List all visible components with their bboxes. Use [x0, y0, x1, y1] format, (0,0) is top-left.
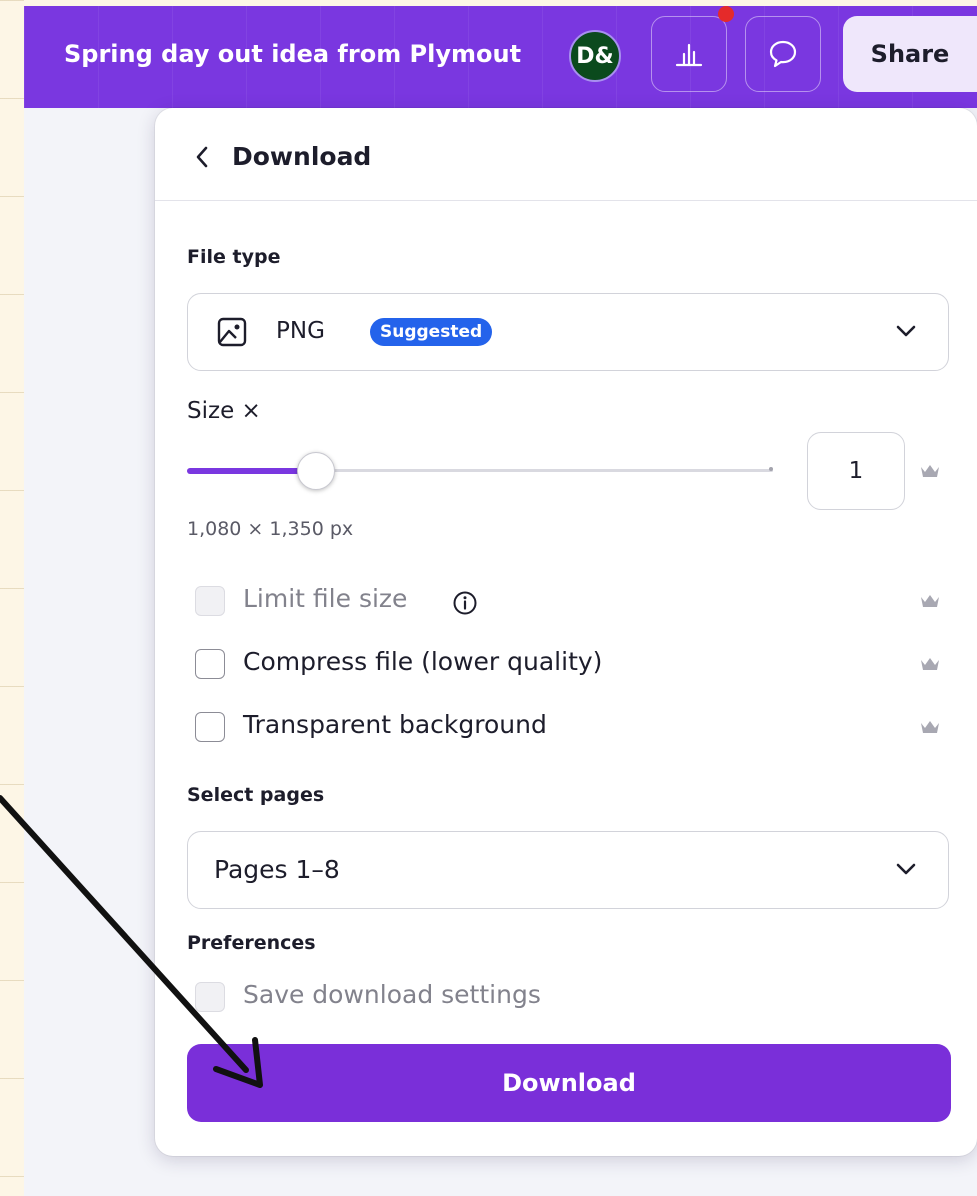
- limit-file-size-checkbox[interactable]: [195, 586, 225, 616]
- file-type-value: PNG: [276, 318, 325, 344]
- limit-file-size-label: Limit file size: [243, 584, 408, 613]
- size-input[interactable]: 1: [807, 432, 905, 510]
- size-label: Size ×: [187, 398, 261, 424]
- chevron-down-icon: [896, 863, 916, 875]
- download-button[interactable]: Download: [187, 1044, 951, 1122]
- background-paper: [0, 0, 24, 1196]
- avatar[interactable]: D&: [569, 30, 621, 82]
- chevron-down-icon: [896, 325, 916, 337]
- slider-end-marker: [769, 467, 773, 471]
- download-panel: Download File type PNG Suggested Size × …: [155, 108, 977, 1156]
- compress-file-checkbox[interactable]: [195, 649, 225, 679]
- file-type-label: File type: [187, 246, 281, 268]
- suggested-badge: Suggested: [370, 318, 493, 346]
- compress-file-label: Compress file (lower quality): [243, 647, 603, 676]
- notification-dot: [718, 6, 734, 22]
- panel-title: Download: [232, 142, 372, 171]
- size-slider-thumb[interactable]: [296, 452, 335, 490]
- image-icon: [217, 317, 247, 347]
- chevron-left-icon[interactable]: [195, 146, 209, 168]
- info-icon[interactable]: [452, 590, 478, 616]
- crown-icon: [921, 658, 939, 670]
- save-settings-label: Save download settings: [243, 980, 541, 1009]
- file-type-select[interactable]: PNG Suggested: [187, 293, 949, 371]
- document-title[interactable]: Spring day out idea from Plymout: [64, 40, 544, 68]
- panel-header: Download: [155, 108, 977, 201]
- size-dimensions: 1,080 × 1,350 px: [187, 518, 354, 540]
- preferences-label: Preferences: [187, 932, 316, 954]
- comment-icon: [769, 40, 797, 68]
- crown-icon: [921, 721, 939, 733]
- pages-value: Pages 1–8: [214, 855, 340, 884]
- crown-icon: [921, 595, 939, 607]
- pages-select[interactable]: Pages 1–8: [187, 831, 949, 909]
- select-pages-label: Select pages: [187, 784, 325, 806]
- share-button[interactable]: Share: [843, 16, 977, 92]
- crown-icon: [921, 465, 939, 477]
- comment-button[interactable]: [745, 16, 821, 92]
- save-settings-checkbox[interactable]: [195, 982, 225, 1012]
- insights-icon: [675, 43, 703, 67]
- top-bar-edge: [24, 0, 977, 6]
- transparent-background-label: Transparent background: [243, 710, 547, 739]
- transparent-background-checkbox[interactable]: [195, 712, 225, 742]
- insights-button[interactable]: [651, 16, 727, 92]
